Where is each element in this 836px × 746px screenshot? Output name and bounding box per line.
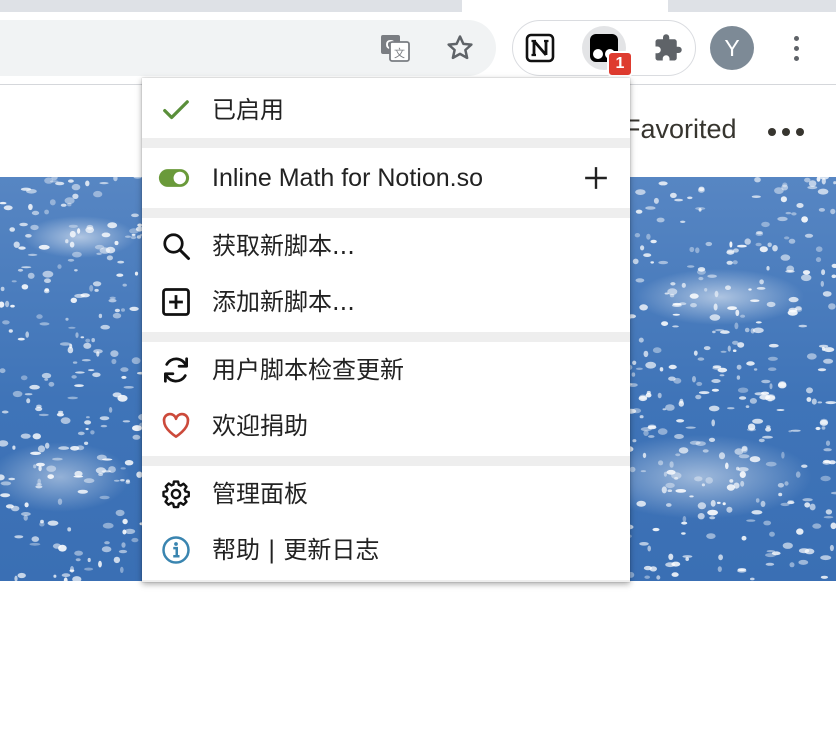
- help-item[interactable]: 帮助 | 更新日志: [142, 522, 630, 578]
- page-body: [0, 581, 836, 746]
- browser-window: G 文 1 Y Favorited: [0, 0, 836, 746]
- gear-icon: [160, 478, 192, 510]
- address-bar[interactable]: [0, 20, 496, 76]
- notion-icon[interactable]: [518, 26, 562, 70]
- active-tab-gap: [462, 0, 668, 12]
- get-scripts-section: 获取新脚本... 添加新脚本...: [142, 218, 630, 332]
- donate-item[interactable]: 欢迎捐助: [142, 398, 630, 454]
- dashboard-item[interactable]: 管理面板: [142, 466, 630, 522]
- donate-label: 欢迎捐助: [212, 412, 308, 440]
- script-item[interactable]: Inline Math for Notion.so: [142, 150, 630, 206]
- settings-section: 管理面板 帮助 | 更新日志: [142, 466, 630, 580]
- puzzle-icon[interactable]: [646, 26, 690, 70]
- plus-square-icon: [160, 286, 192, 318]
- tab-right[interactable]: [668, 0, 836, 12]
- dashboard-label: 管理面板: [212, 480, 308, 508]
- check-updates-item[interactable]: 用户脚本检查更新: [142, 342, 630, 398]
- utilities-section: 用户脚本检查更新 欢迎捐助: [142, 342, 630, 456]
- more-horizontal-icon[interactable]: [768, 128, 804, 136]
- script-name: Inline Math for Notion.so: [212, 164, 483, 192]
- heart-icon: [160, 410, 192, 442]
- refresh-icon: [160, 354, 192, 386]
- kebab-menu-icon[interactable]: [780, 28, 812, 68]
- add-script-item[interactable]: 添加新脚本...: [142, 274, 630, 330]
- help-label: 帮助 | 更新日志: [212, 536, 380, 564]
- check-updates-label: 用户脚本检查更新: [212, 356, 404, 384]
- extension-badge: 1: [607, 51, 633, 77]
- status-item[interactable]: 已启用: [142, 82, 630, 138]
- scripts-section: Inline Math for Notion.so: [142, 148, 630, 208]
- search-icon: [160, 230, 192, 262]
- info-icon: [160, 534, 192, 566]
- favorited-label[interactable]: Favorited: [624, 114, 737, 145]
- plus-icon[interactable]: [580, 162, 612, 194]
- google-translate-icon[interactable]: G 文: [377, 30, 413, 66]
- check-icon: [160, 94, 192, 126]
- tampermonkey-popup: 已启用 Inline Math for Notion.so 获取新脚本... 添…: [142, 78, 630, 582]
- tab-left[interactable]: [0, 0, 462, 12]
- add-script-label: 添加新脚本...: [212, 288, 355, 316]
- status-section: 已启用: [142, 78, 630, 138]
- status-label: 已启用: [212, 96, 284, 124]
- find-scripts-label: 获取新脚本...: [212, 232, 355, 260]
- profile-avatar[interactable]: Y: [710, 26, 754, 70]
- find-scripts-item[interactable]: 获取新脚本...: [142, 218, 630, 274]
- star-icon[interactable]: [442, 30, 478, 66]
- svg-text:文: 文: [394, 46, 405, 60]
- toggle-on-icon[interactable]: [158, 162, 190, 194]
